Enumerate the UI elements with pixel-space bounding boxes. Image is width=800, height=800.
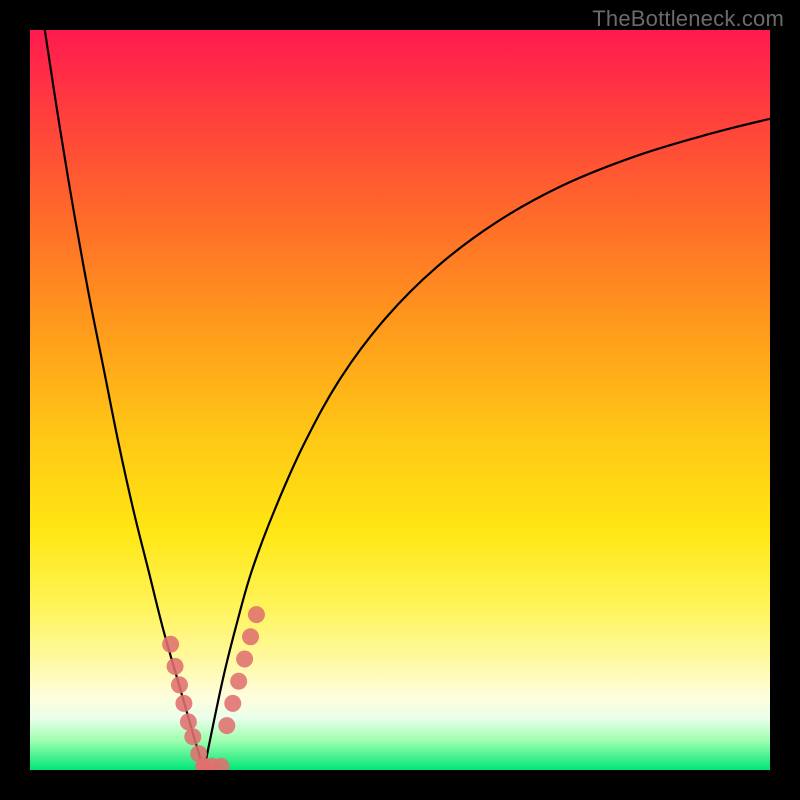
marker-right-cluster bbox=[224, 695, 241, 712]
marker-right-cluster bbox=[230, 673, 247, 690]
marker-left-cluster bbox=[195, 758, 212, 770]
marker-valley-floor bbox=[212, 758, 229, 770]
marker-left-cluster bbox=[190, 745, 207, 762]
marker-left-cluster bbox=[175, 695, 192, 712]
marker-valley-floor bbox=[195, 758, 212, 770]
frame: TheBottleneck.com bbox=[0, 0, 800, 800]
marker-left-cluster bbox=[171, 676, 188, 693]
marker-left-cluster bbox=[184, 728, 201, 745]
markers-group bbox=[162, 606, 265, 770]
marker-right-cluster bbox=[236, 651, 253, 668]
plot-area bbox=[30, 30, 770, 770]
curves-group bbox=[45, 30, 770, 770]
curve-left-branch bbox=[45, 30, 204, 770]
marker-right-cluster bbox=[248, 606, 265, 623]
marker-left-cluster bbox=[180, 713, 197, 730]
watermark: TheBottleneck.com bbox=[592, 6, 784, 32]
marker-left-cluster bbox=[162, 636, 179, 653]
curve-layer bbox=[30, 30, 770, 770]
marker-right-cluster bbox=[218, 717, 235, 734]
marker-valley-floor bbox=[204, 758, 221, 770]
marker-right-cluster bbox=[242, 628, 259, 645]
marker-left-cluster bbox=[167, 658, 184, 675]
curve-right-branch bbox=[204, 119, 770, 770]
